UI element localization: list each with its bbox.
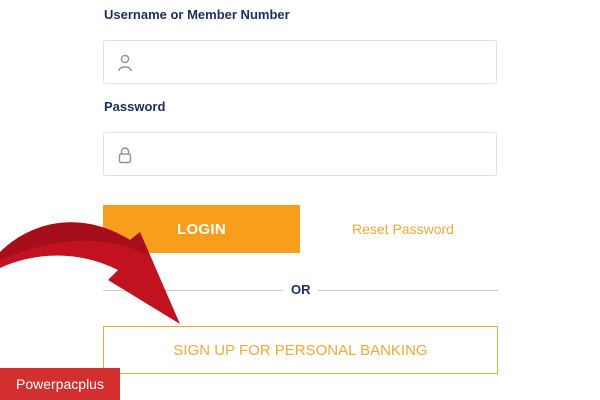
- username-label: Username or Member Number: [104, 7, 290, 22]
- password-input[interactable]: [144, 133, 488, 177]
- user-icon: [118, 54, 132, 72]
- red-arrow-icon: [0, 222, 180, 324]
- or-separator: OR: [291, 282, 311, 297]
- divider-right: [318, 290, 498, 291]
- reset-password-link[interactable]: Reset Password: [352, 221, 454, 237]
- lock-icon: [118, 147, 132, 164]
- username-input[interactable]: [144, 41, 488, 85]
- username-field[interactable]: [103, 40, 497, 85]
- watermark-badge: Powerpacplus: [0, 368, 120, 400]
- password-field[interactable]: [103, 132, 497, 177]
- password-label: Password: [104, 99, 166, 114]
